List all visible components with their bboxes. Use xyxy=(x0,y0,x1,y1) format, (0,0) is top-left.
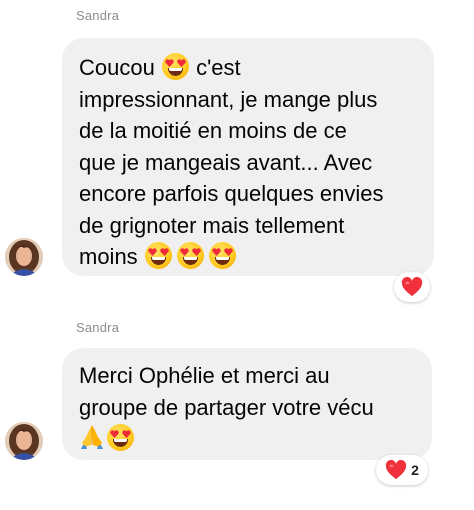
red-heart-icon xyxy=(385,460,407,480)
red-heart-icon xyxy=(401,277,423,297)
reaction-count: 2 xyxy=(411,462,419,478)
message-bubble[interactable]: Merci Ophélie et merci au groupe de part… xyxy=(62,348,432,460)
reaction-badge[interactable] xyxy=(394,272,430,302)
message-line: de la moitié en moins de ce xyxy=(79,118,347,143)
message-bubble[interactable]: Coucou c'est impressionnant, je mange pl… xyxy=(62,38,434,276)
message-line: moins xyxy=(79,241,434,273)
heart-eyes-icon xyxy=(208,242,236,269)
sender-name: Sandra xyxy=(76,320,120,335)
avatar-photo xyxy=(5,238,43,276)
folded-hands-icon xyxy=(79,423,105,450)
sender-name: Sandra xyxy=(76,8,120,23)
avatar[interactable] xyxy=(5,422,43,460)
message-line xyxy=(79,423,432,455)
message-text: Coucou xyxy=(79,55,155,80)
heart-eyes-icon xyxy=(176,242,204,269)
avatar[interactable] xyxy=(5,238,43,276)
heart-eyes-icon xyxy=(107,424,134,451)
reaction-badge[interactable]: 2 xyxy=(376,455,428,485)
message-line: impressionnant, je mange plus xyxy=(79,86,378,112)
message-line: Merci Ophélie et merci au xyxy=(79,363,330,388)
message-text: moins xyxy=(79,244,138,269)
message-line: Coucou c'est xyxy=(79,52,434,84)
avatar-photo xyxy=(5,422,43,460)
message-line: groupe de partager votre vécu xyxy=(79,394,374,420)
message-text: c'est xyxy=(196,55,241,80)
message-line: que je mangeais avant... Avec xyxy=(79,149,373,175)
heart-eyes-icon xyxy=(161,53,189,80)
message-line: encore parfois quelques envies xyxy=(79,181,384,206)
heart-eyes-icon xyxy=(144,242,172,269)
message-line: de grignoter mais tellement xyxy=(79,212,345,238)
